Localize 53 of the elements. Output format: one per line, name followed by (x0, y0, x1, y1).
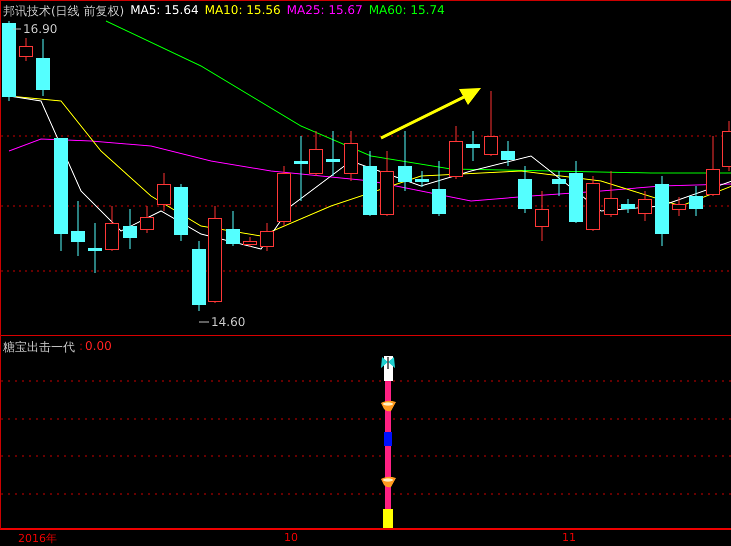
candlestick (19, 38, 33, 62)
moving-average-label: MA60: 15.74 (368, 3, 445, 19)
axis-label: 2016年 (18, 531, 57, 546)
candlestick (157, 172, 171, 212)
candlestick (638, 190, 652, 222)
separator-label: : (79, 339, 84, 355)
candlestick (344, 130, 358, 182)
candlestick (326, 130, 340, 176)
indicator-name: 糖宝出击一代 (3, 339, 75, 356)
candlestick (123, 208, 137, 250)
candlestick (71, 200, 85, 256)
candlestick (621, 198, 635, 214)
candlestick (398, 130, 412, 192)
candlestick (174, 184, 188, 242)
stock-title: 邦讯技术(日线 前复权) (3, 3, 124, 20)
candlestick (501, 140, 515, 166)
candlestick (226, 210, 240, 246)
candlestick (432, 160, 446, 216)
candlestick (466, 130, 480, 162)
candlestick (655, 176, 669, 246)
axis-label: 10 (284, 531, 298, 544)
candlestick (672, 196, 686, 216)
candlestick (105, 206, 119, 252)
low-price-label: 14.60 (198, 315, 246, 329)
candlestick (604, 170, 618, 218)
axis-label: 11 (562, 531, 576, 544)
candlestick (706, 136, 720, 196)
high-price-label: 16.90 (12, 22, 58, 36)
moving-average-label: MA25: 15.67 (286, 3, 363, 19)
butterfly-icon (381, 357, 395, 369)
ingot-icon (381, 400, 396, 412)
candlestick (552, 170, 566, 196)
candlestick (586, 176, 600, 232)
candlestick (36, 38, 50, 96)
candlestick (415, 170, 429, 188)
candlestick (260, 222, 274, 252)
ingot-icon (381, 476, 396, 488)
candlestick (277, 166, 291, 226)
candlestick (140, 206, 154, 234)
candlestick (535, 190, 549, 242)
candlestick (192, 240, 206, 312)
candlestick (569, 160, 583, 224)
candlestick (88, 222, 102, 274)
candlestick (518, 166, 532, 214)
candlestick (484, 90, 498, 156)
candlestick (363, 150, 377, 216)
indicator-value: 0.00 (85, 339, 112, 355)
candlestick (689, 186, 703, 216)
candlestick (380, 150, 394, 216)
candlestick (243, 236, 257, 248)
moving-average-label: MA5: 15.64 (130, 3, 199, 19)
candlestick (449, 126, 463, 180)
moving-average-label: MA10: 15.56 (204, 3, 281, 19)
